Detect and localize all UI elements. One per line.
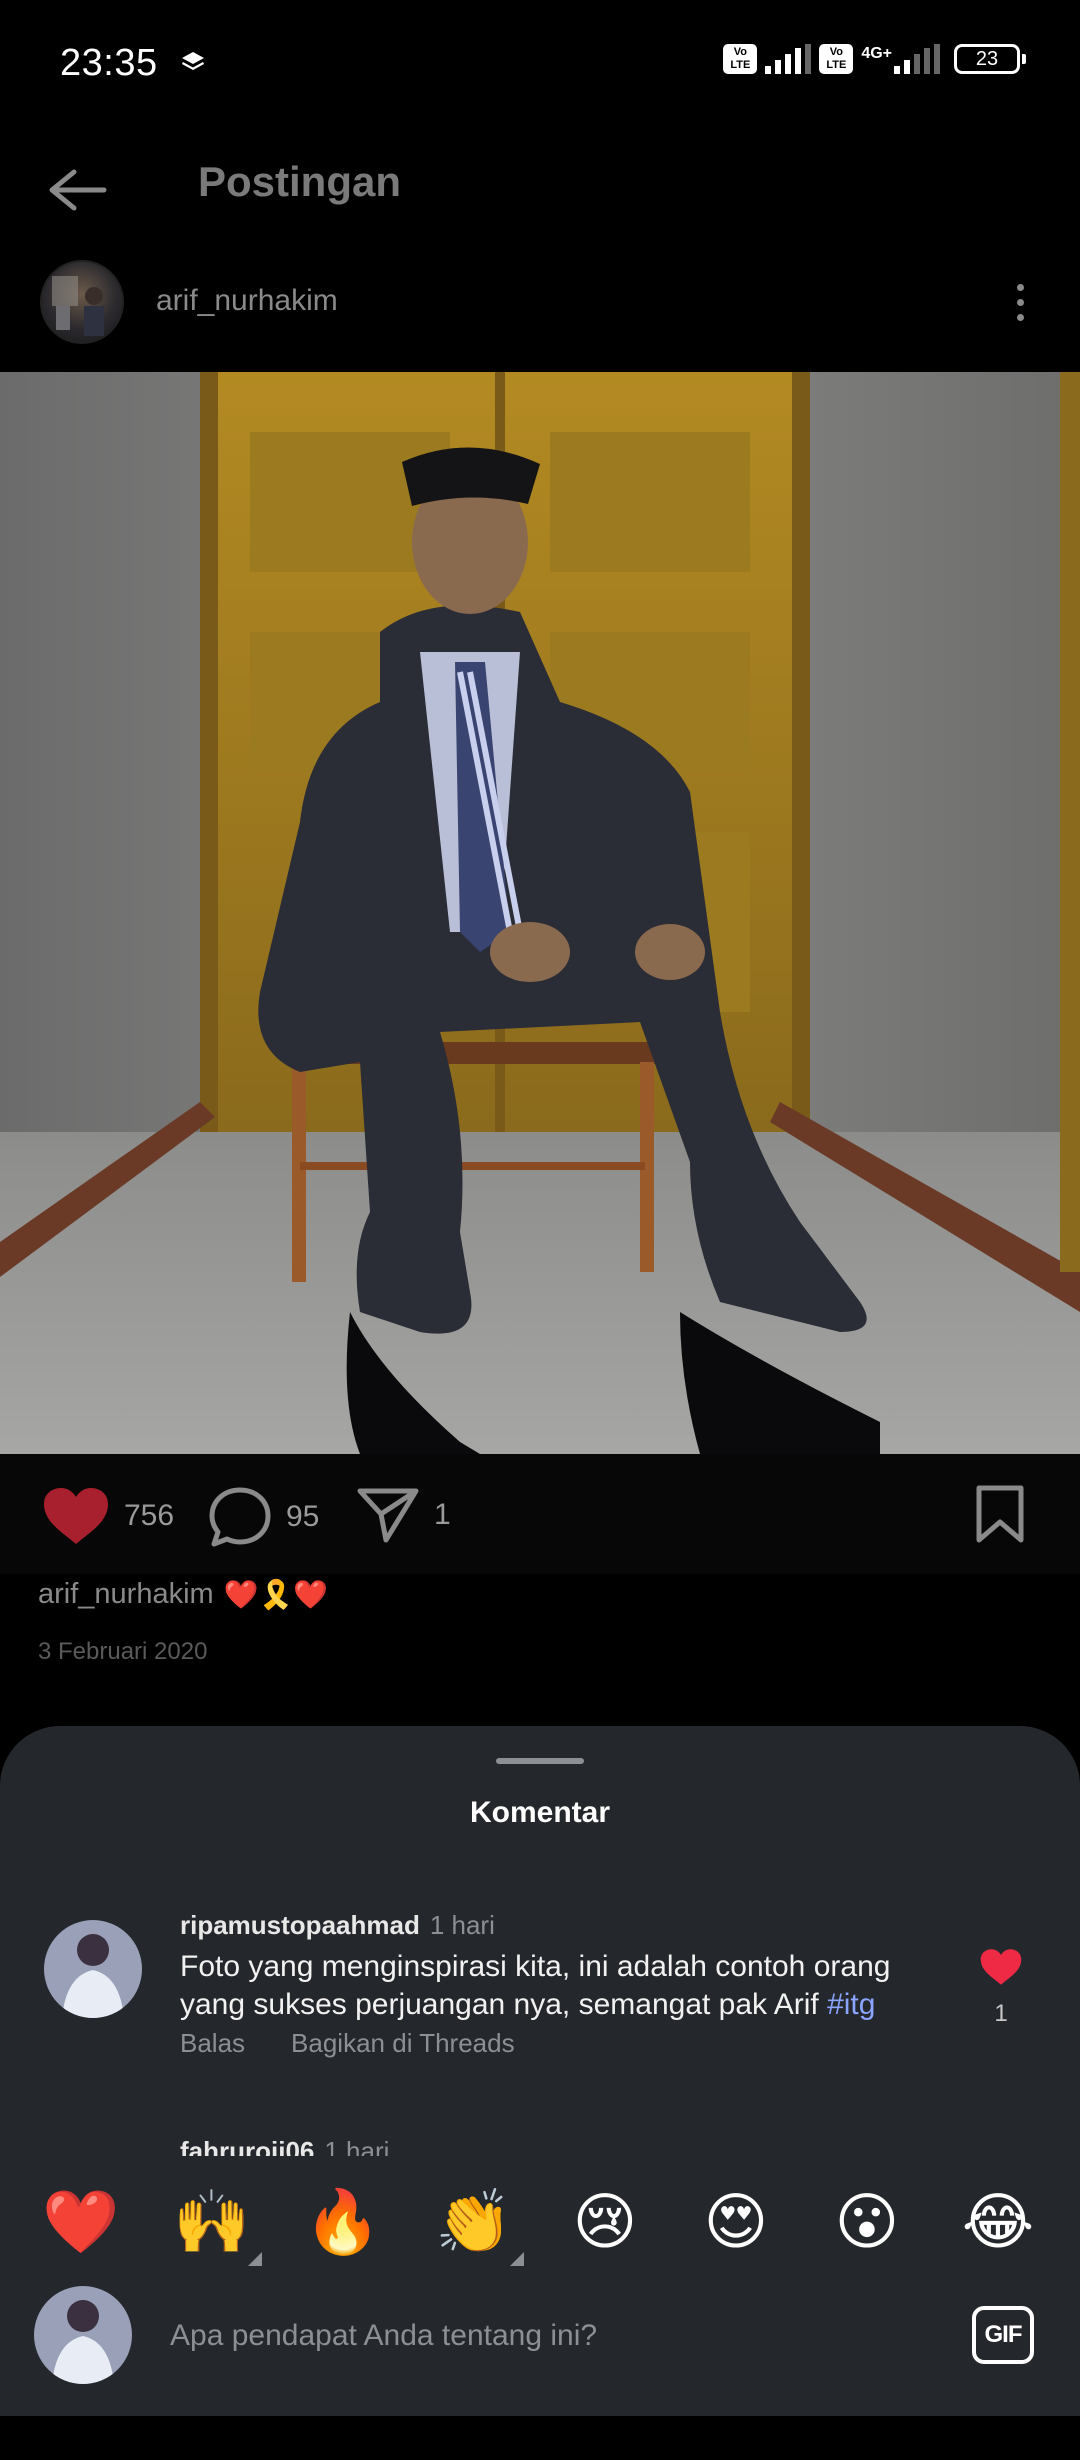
author-username[interactable]: arif_nurhakim: [156, 284, 338, 318]
battery-icon: 23: [954, 44, 1026, 74]
more-vertical-icon: [1016, 283, 1024, 291]
status-indicators: Vo LTE Vo LTE 4G+ 23: [723, 44, 1026, 74]
like-count: 756: [124, 1499, 175, 1532]
share-count: 1: [434, 1498, 451, 1531]
comment-action[interactable]: 95: [208, 1486, 319, 1548]
comment-hashtag[interactable]: #itg: [827, 1988, 875, 2021]
like-action[interactable]: 756: [42, 1486, 174, 1546]
bookmark-button[interactable]: [970, 1482, 1030, 1546]
comment-avatar[interactable]: [44, 1920, 142, 2018]
comment-like-button[interactable]: 1: [966, 1948, 1036, 2028]
more-options-button[interactable]: [1000, 272, 1040, 332]
bookmark-icon: [976, 1485, 1024, 1543]
share-action[interactable]: 1: [356, 1486, 451, 1544]
reply-button[interactable]: Balas: [180, 2028, 245, 2059]
gif-button[interactable]: GIF: [972, 2306, 1034, 2364]
caption-username[interactable]: arif_nurhakim: [38, 1578, 214, 1611]
reaction-crying-icon[interactable]: 😢: [565, 2186, 645, 2258]
comment-bubble-icon: [209, 1487, 271, 1547]
comment-time: 1 hari: [429, 1910, 495, 1940]
caption-text: ❤️🎗️❤️: [223, 1579, 329, 1610]
reaction-heart-icon[interactable]: ❤️: [41, 2186, 121, 2258]
heart-icon: [44, 1488, 108, 1544]
volte-icon: Vo LTE: [723, 44, 758, 74]
system-nav-bar: [0, 2416, 1080, 2460]
reaction-heart-eyes-icon[interactable]: 😍: [696, 2186, 776, 2258]
post-caption: arif_nurhakim ❤️🎗️❤️: [38, 1578, 328, 1611]
signal-icon: [765, 44, 812, 74]
comment-like-count: 1: [994, 2000, 1008, 2027]
share-threads-button[interactable]: Bagikan di Threads: [291, 2028, 515, 2059]
current-user-avatar: [34, 2286, 132, 2384]
comment-count: 95: [286, 1500, 320, 1533]
comment-username[interactable]: ripamustopaahmad 1 hari: [180, 1910, 495, 1941]
sheet-title: Komentar: [469, 1796, 611, 1829]
post-actions: 756 95 1: [0, 1454, 1080, 1574]
page-title: Postingan: [198, 158, 402, 205]
post-photo[interactable]: [0, 372, 1080, 1454]
reaction-surprised-icon[interactable]: 😮: [827, 2186, 907, 2258]
signal-icon: [894, 44, 940, 74]
back-button[interactable]: [40, 154, 112, 226]
status-bar: 23:35 Vo LTE Vo LTE 4G+ 23: [0, 0, 1080, 130]
volte-icon: Vo LTE: [819, 44, 854, 74]
post-author-row: arif_nurhakim: [0, 250, 1080, 372]
reaction-laughing-icon[interactable]: 😂: [958, 2186, 1038, 2258]
quick-reactions: ❤️ 🙌 🔥 👏 😢 😍 😮 😂: [0, 2156, 1080, 2286]
app-header: Postingan: [0, 130, 1080, 250]
comment-input[interactable]: [170, 2306, 930, 2366]
author-avatar[interactable]: [40, 260, 124, 344]
comment-actions: Balas Bagikan di Threads: [180, 2028, 515, 2059]
layers-icon: [180, 50, 206, 79]
reaction-raised-hands-icon[interactable]: 🙌: [172, 2186, 262, 2266]
sheet-drag-handle[interactable]: [496, 1758, 584, 1764]
reaction-clap-icon[interactable]: 👏: [434, 2186, 524, 2266]
send-icon: [357, 1488, 419, 1543]
comment-text: Foto yang menginspirasi kita, ini adalah…: [180, 1950, 891, 2021]
post-date: 3 Februari 2020: [38, 1638, 208, 1665]
reaction-fire-icon[interactable]: 🔥: [303, 2186, 383, 2258]
network-type: 4G+: [861, 45, 892, 62]
comment-input-bar: GIF: [0, 2286, 1080, 2416]
arrow-left-icon: [49, 169, 107, 211]
heart-filled-icon: [980, 1949, 1022, 1985]
status-time: 23:35: [60, 42, 158, 84]
